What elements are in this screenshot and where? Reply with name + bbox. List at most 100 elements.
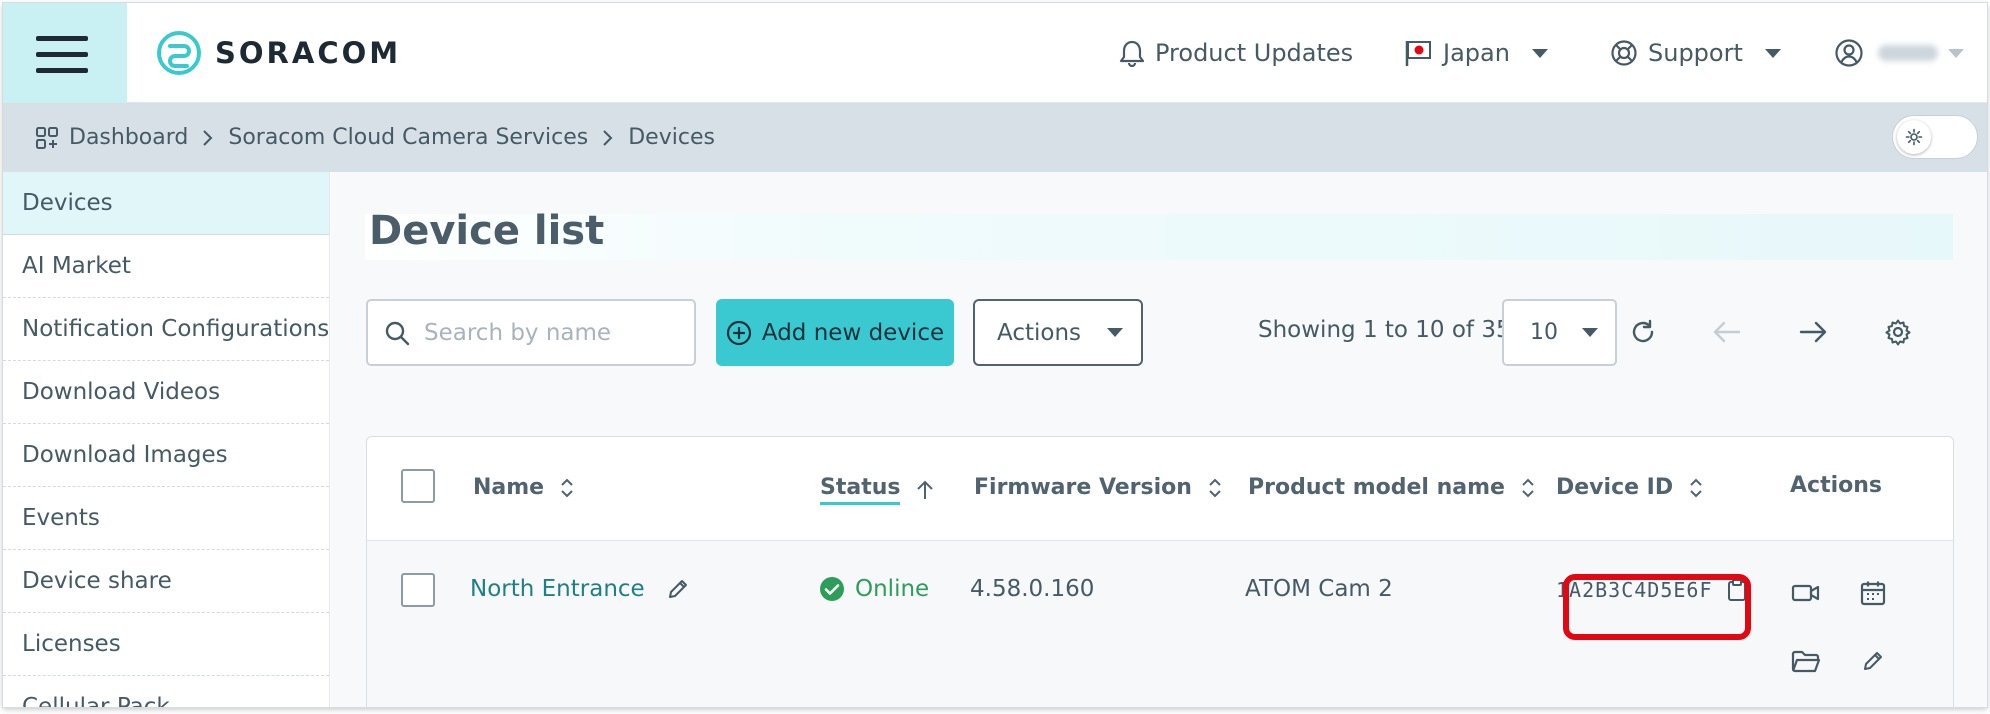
chevron-down-icon — [1531, 48, 1548, 58]
video-camera-icon — [1791, 584, 1820, 602]
sidebar-item-download-images[interactable]: Download Images — [3, 424, 329, 487]
view-video-button[interactable] — [1790, 577, 1822, 609]
device-name-link[interactable]: North Entrance — [470, 576, 645, 602]
gear-icon — [1885, 319, 1911, 346]
next-page-button[interactable] — [1795, 314, 1831, 350]
lifebuoy-icon — [1611, 40, 1637, 66]
arrow-right-icon — [1799, 321, 1827, 343]
arrow-left-icon — [1713, 321, 1741, 343]
column-header-actions: Actions — [1790, 473, 1882, 498]
region-selector[interactable]: Japan — [1403, 33, 1548, 73]
breadcrumb: Dashboard Soracom Cloud Camera Services … — [35, 103, 715, 172]
column-header-firmware-version[interactable]: Firmware Version — [974, 475, 1222, 500]
arrow-up-icon — [916, 479, 934, 501]
region-label: Japan — [1443, 39, 1510, 67]
product-updates-label: Product Updates — [1155, 39, 1354, 67]
menu-icon-bar — [36, 52, 88, 57]
soracom-logo-icon — [157, 31, 201, 75]
main-content: Device list Add new device Actions Showi… — [331, 172, 1987, 707]
japan-flag-icon — [1405, 41, 1431, 66]
column-header-device-id[interactable]: Device ID — [1556, 475, 1703, 500]
sidebar-item-label: Download Videos — [22, 379, 221, 405]
sidebar-item-label: AI Market — [22, 253, 131, 279]
edit-device-button[interactable] — [1857, 645, 1889, 677]
bell-icon — [1119, 40, 1145, 67]
refresh-icon — [1632, 319, 1654, 343]
search-box[interactable] — [366, 299, 696, 366]
plus-circle-icon — [726, 320, 751, 345]
open-folder-button[interactable] — [1790, 645, 1822, 677]
chevron-down-icon — [1948, 48, 1964, 58]
select-all-checkbox[interactable] — [401, 469, 435, 503]
chevron-down-icon — [1764, 48, 1781, 58]
sun-icon — [1897, 120, 1931, 154]
status-cell: Online — [819, 576, 929, 602]
refresh-button[interactable] — [1625, 314, 1661, 350]
sort-icon — [1208, 477, 1222, 499]
page-size-value: 10 — [1530, 320, 1558, 345]
sidebar-item-label: Download Images — [22, 442, 228, 468]
column-header-product-model[interactable]: Product model name — [1248, 475, 1535, 500]
column-label: Name — [473, 475, 545, 500]
breadcrumb-dashboard[interactable]: Dashboard — [69, 125, 188, 150]
sidebar-item-licenses[interactable]: Licenses — [3, 613, 329, 676]
search-icon — [385, 321, 410, 345]
sidebar-item-devices[interactable]: Devices — [3, 172, 329, 235]
column-label: Product model name — [1248, 475, 1505, 500]
page-title: Device list — [369, 208, 605, 254]
support-menu[interactable]: Support — [1610, 33, 1781, 73]
actions-label: Actions — [997, 319, 1082, 346]
previous-page-button[interactable] — [1709, 314, 1745, 350]
check-circle-icon — [820, 577, 844, 601]
actions-dropdown-button[interactable]: Actions — [973, 299, 1143, 366]
search-input[interactable] — [424, 319, 664, 346]
breadcrumb-devices: Devices — [628, 125, 715, 150]
theme-toggle[interactable] — [1892, 115, 1978, 159]
user-menu[interactable] — [1834, 33, 1964, 73]
breadcrumb-cloud-camera[interactable]: Soracom Cloud Camera Services — [228, 125, 588, 150]
status-badge: Online — [855, 576, 930, 602]
sidebar-item-device-share[interactable]: Device share — [3, 550, 329, 613]
schedule-button[interactable] — [1857, 577, 1889, 609]
sidebar-item-download-videos[interactable]: Download Videos — [3, 361, 329, 424]
page-size-select[interactable]: 10 — [1502, 299, 1617, 366]
menu-icon — [36, 36, 88, 41]
top-bar: SORACOM Product Updates Japan Support — [3, 3, 1987, 103]
column-header-name[interactable]: Name — [473, 475, 574, 500]
column-header-status[interactable]: Status — [820, 475, 934, 505]
edit-name-button[interactable] — [667, 578, 689, 600]
username-redacted — [1878, 45, 1938, 61]
firmware-cell: 4.58.0.160 — [970, 576, 1095, 602]
brand-name: SORACOM — [215, 36, 402, 70]
chevron-down-icon — [1582, 328, 1598, 337]
column-label: Status — [820, 475, 901, 505]
sidebar-item-label: Licenses — [22, 631, 121, 657]
chevron-right-icon — [202, 129, 214, 147]
pagination-summary: Showing 1 to 10 of 35 — [1258, 317, 1511, 343]
sidebar-item-cellular-pack[interactable]: Cellular Pack — [3, 676, 329, 707]
sort-icon — [1689, 477, 1703, 499]
add-new-device-label: Add new device — [761, 319, 945, 346]
sidebar-item-label: Notification Configurations — [22, 316, 329, 342]
row-checkbox[interactable] — [401, 573, 435, 607]
soracom-logo[interactable]: SORACOM — [156, 30, 401, 76]
menu-button[interactable] — [3, 3, 127, 103]
settings-button[interactable] — [1880, 314, 1916, 350]
table-header: Name Status Firmware Version Product mod… — [367, 437, 1953, 541]
sidebar-item-ai-market[interactable]: AI Market — [3, 235, 329, 298]
add-new-device-button[interactable]: Add new device — [716, 299, 954, 366]
pencil-icon — [668, 580, 687, 598]
dashboard-icon — [36, 126, 58, 149]
menu-icon-bar — [36, 68, 88, 73]
product-updates-link[interactable]: Product Updates — [1119, 33, 1353, 73]
product-model-cell: ATOM Cam 2 — [1245, 576, 1393, 602]
sidebar-item-events[interactable]: Events — [3, 487, 329, 550]
support-label: Support — [1648, 39, 1743, 67]
breadcrumb-bar: Dashboard Soracom Cloud Camera Services … — [3, 103, 1987, 172]
device-id-highlight-annotation — [1563, 574, 1751, 640]
sidebar-item-label: Events — [22, 505, 100, 531]
sidebar-item-notification-configurations[interactable]: Notification Configurations — [3, 298, 329, 361]
chevron-down-icon — [1107, 328, 1124, 337]
chevron-right-icon — [602, 129, 614, 147]
pencil-icon — [1864, 652, 1882, 670]
